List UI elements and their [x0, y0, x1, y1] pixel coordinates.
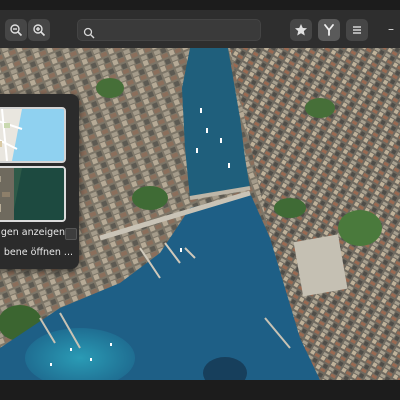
- star-icon: [294, 23, 308, 37]
- maps-window: –: [0, 10, 400, 380]
- street-map-layer-thumbnail[interactable]: [0, 107, 66, 163]
- zoom-in-button[interactable]: [28, 19, 50, 41]
- favorites-button[interactable]: [290, 19, 312, 41]
- desktop-bottom: [0, 380, 400, 400]
- main-menu-button[interactable]: [346, 19, 368, 41]
- zoom-in-icon: [32, 23, 46, 37]
- map-view[interactable]: gen anzeigen bene öffnen ...: [0, 48, 400, 380]
- zoom-out-icon: [9, 23, 23, 37]
- layers-popover: gen anzeigen bene öffnen ...: [0, 94, 79, 269]
- show-scale-checkbox[interactable]: [65, 228, 77, 240]
- open-file-label: bene öffnen ...: [4, 244, 73, 262]
- search-input[interactable]: [100, 22, 259, 40]
- open-file-row[interactable]: bene öffnen ...: [0, 244, 79, 262]
- route-icon: [322, 23, 336, 37]
- search-field[interactable]: [77, 19, 261, 41]
- zoom-out-button[interactable]: [5, 19, 27, 41]
- show-scale-label: gen anzeigen: [1, 224, 65, 242]
- search-icon: [83, 24, 95, 43]
- minimize-button[interactable]: –: [384, 22, 398, 36]
- route-button[interactable]: [318, 19, 340, 41]
- hamburger-menu-icon: [350, 23, 364, 37]
- aerial-map-layer-thumbnail[interactable]: [0, 166, 66, 222]
- minimize-icon: –: [388, 22, 394, 36]
- show-scale-row[interactable]: gen anzeigen: [0, 224, 79, 242]
- headerbar: –: [0, 10, 400, 49]
